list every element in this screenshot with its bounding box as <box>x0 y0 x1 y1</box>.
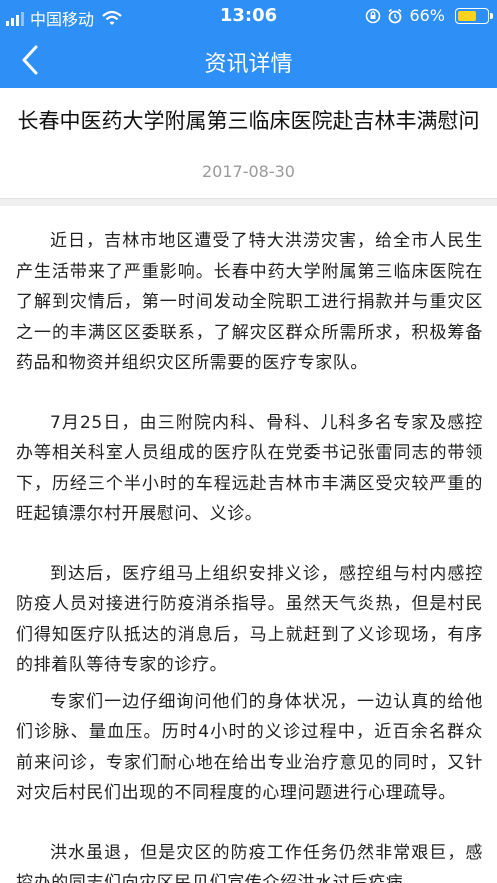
paragraph: 近日，吉林市地区遭受了特大洪涝灾害，给全市人民生产生活带来了严重影响。长春中药大… <box>16 231 483 373</box>
divider <box>0 198 497 206</box>
status-bar: 中国移动 13:06 66% <box>0 0 497 32</box>
article-header: 长春中医药大学附属第三临床医院赴吉林丰满慰问 2017-08-30 <box>0 88 497 198</box>
article-title: 长春中医药大学附属第三临床医院赴吉林丰满慰问 <box>17 109 480 133</box>
nav-bar: 资讯详情 <box>0 32 497 88</box>
battery-fill <box>458 10 477 21</box>
paragraph: 洪水虽退，但是灾区的防疫工作任务仍然非常艰巨，感控办的同志们向灾区民见们宣传介绍… <box>16 842 483 883</box>
paragraph: 专家们一边仔细询问他们的身体状况，一边认真的给他们诊脉、量血压。历时4小时的义诊… <box>16 691 483 804</box>
paragraph: 7月25日，由三附院内科、骨科、儿科多名专家及感控办等相关科室人员组成的医疗队在… <box>16 412 483 525</box>
article-date: 2017-08-30 <box>202 162 295 181</box>
article-body: 近日，吉林市地区遭受了特大洪涝灾害，给全市人民生产生活带来了严重影响。长春中药大… <box>16 226 483 883</box>
paragraph: 到达后，医疗组马上组织安排义诊，感控组与村内感控防疫人员对接进行防疫消杀指导。虽… <box>16 563 483 676</box>
page-title: 资讯详情 <box>204 52 293 77</box>
battery-percent: 66% <box>409 6 445 25</box>
alarm-icon <box>388 8 402 23</box>
battery-icon <box>455 7 493 24</box>
status-right: 66% <box>365 6 493 25</box>
rotation-lock-icon <box>366 8 381 23</box>
